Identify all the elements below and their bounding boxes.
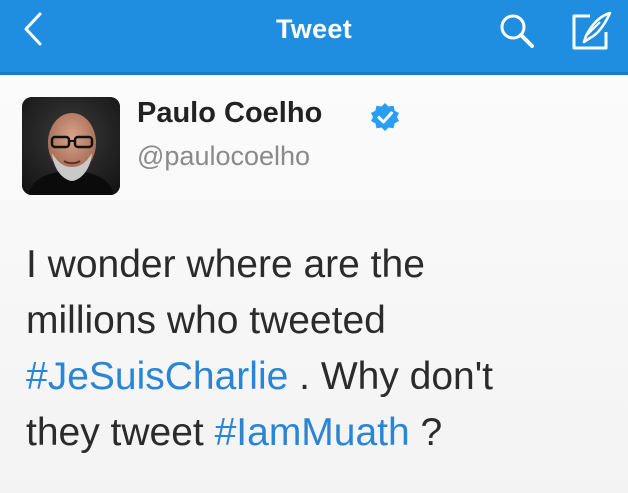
hashtag-link[interactable]: #JeSuisCharlie <box>26 355 288 398</box>
tweet-text-segment: I wonder where are the <box>26 243 425 286</box>
author-name[interactable]: Paulo Coelho <box>137 97 322 130</box>
author-photo <box>22 97 120 195</box>
tweet-text-segment: . Why don't <box>288 355 494 398</box>
author-handle[interactable]: @paulocoelho <box>137 141 310 172</box>
avatar[interactable] <box>22 97 120 195</box>
tweet-text-line: millions who tweeted <box>26 293 616 349</box>
compose-icon <box>572 11 612 50</box>
tweet-text-line: #JeSuisCharlie . Why don't <box>26 349 616 405</box>
tweet-text-segment: they tweet <box>26 411 215 454</box>
tweet-text: I wonder where are the millions who tweet… <box>26 237 616 461</box>
hashtag-link[interactable]: #IamMuath <box>215 411 410 454</box>
tweet-text-segment: ? <box>409 411 443 454</box>
search-icon <box>500 14 534 48</box>
tweet-detail: Paulo Coelho @paulocoelho I wonder where… <box>0 75 628 493</box>
search-button[interactable] <box>492 8 542 54</box>
verified-badge-icon <box>371 103 399 131</box>
tweet-text-line: I wonder where are the <box>26 237 616 293</box>
navigation-bar: Tweet <box>0 0 628 75</box>
tweet-text-segment: millions who tweeted <box>26 299 386 342</box>
tweet-text-line: they tweet #IamMuath ? <box>26 405 616 461</box>
tweet-screen: Tweet Paulo Coelho @paulocoelho I wonder… <box>0 0 628 493</box>
compose-button[interactable] <box>566 8 618 54</box>
